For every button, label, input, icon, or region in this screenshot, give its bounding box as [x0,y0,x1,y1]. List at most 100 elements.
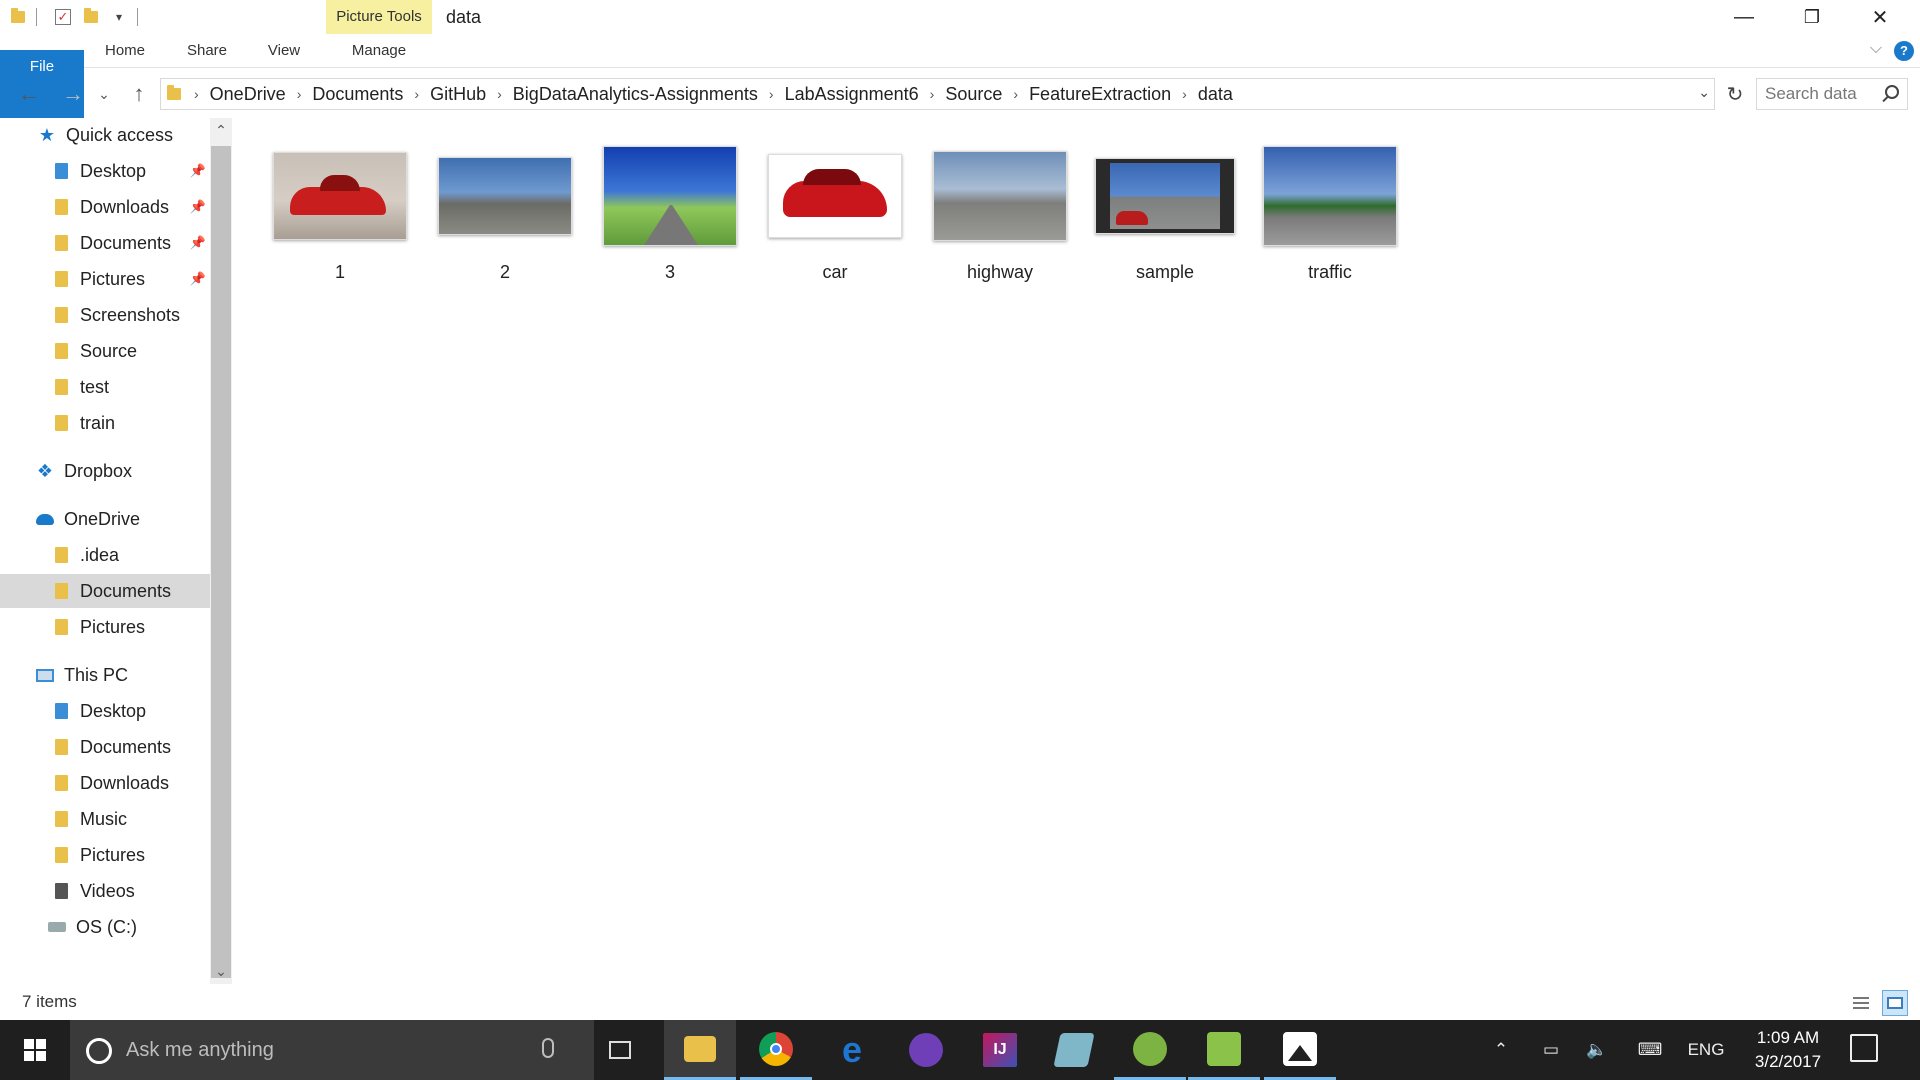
language-indicator[interactable]: ENG [1682,1020,1730,1080]
breadcrumb-separator[interactable]: › [490,86,509,102]
sidebar-item-pc-pictures[interactable]: Pictures [0,838,210,872]
sidebar-item-onedrive[interactable]: OneDrive [0,502,210,536]
sidebar-item-onedrive-documents[interactable]: Documents [0,574,210,608]
breadcrumb-data[interactable]: data [1194,84,1237,105]
pin-icon[interactable]: 📌 [190,163,206,179]
photos-taskbar-icon[interactable] [1264,1020,1336,1080]
breadcrumb-github[interactable]: GitHub [426,84,490,105]
file-item-2[interactable]: 2 [423,134,587,284]
chrome-taskbar-icon[interactable] [740,1020,812,1080]
cortana-search-box[interactable]: Ask me anything [70,1020,594,1080]
scroll-up-icon[interactable]: ⌃ [210,122,232,139]
folder-icon [684,1035,716,1062]
action-center-icon[interactable] [1850,1034,1878,1062]
breadcrumb-bigdataanalytics-assignments[interactable]: BigDataAnalytics-Assignments [509,84,762,105]
file-item-highway[interactable]: highway [918,134,1082,284]
restore-button[interactable]: ❐ [1784,0,1840,34]
up-arrow-icon[interactable]: ↑ [124,76,154,112]
tab-home[interactable]: Home [92,34,158,68]
back-arrow-icon[interactable]: ← [14,76,44,112]
volume-icon[interactable]: 🔈 [1582,1020,1612,1080]
breadcrumb-separator[interactable]: › [923,86,942,102]
scroll-down-icon[interactable]: ⌄ [210,963,232,980]
breadcrumb-separator[interactable]: › [762,86,781,102]
customize-toolbar-icon[interactable]: ▾ [109,7,129,27]
details-view-icon[interactable] [1848,990,1874,1016]
sidebar-item-pc-music[interactable]: Music [0,802,210,836]
item-count: 7 items [22,992,77,1011]
notes-taskbar-icon[interactable] [1038,1020,1110,1080]
sidebar-item-quick-access[interactable]: ★ Quick access [0,118,210,152]
address-bar[interactable]: › OneDrive › Documents › GitHub › BigDat… [160,78,1715,110]
intellij-taskbar-icon[interactable]: IJ [964,1020,1036,1080]
sidebar-item-os-c[interactable]: OS (C:) [0,910,210,944]
sidebar-item-dropbox[interactable]: ❖ Dropbox [0,454,210,488]
toolbar-divider [137,8,138,26]
properties-icon[interactable]: ✓ [53,7,73,27]
sidebar-item-pc-documents[interactable]: Documents [0,730,210,764]
green-app-taskbar-icon[interactable] [1188,1020,1260,1080]
scrollbar-thumb[interactable] [211,146,231,978]
refresh-icon[interactable]: ↻ [1720,78,1750,110]
sidebar-item-pc-desktop[interactable]: Desktop [0,694,210,728]
sidebar-item-desktop[interactable]: Desktop 📌 [0,154,210,188]
recent-locations-chevron-icon[interactable]: ⌄ [94,76,114,112]
search-input[interactable]: Search data [1756,78,1908,110]
task-view-icon[interactable] [604,1034,636,1066]
sidebar-item-onedrive-pictures[interactable]: Pictures [0,610,210,644]
edge-taskbar-icon[interactable]: e [816,1020,888,1080]
sidebar-item-downloads[interactable]: Downloads 📌 [0,190,210,224]
breadcrumb-separator[interactable]: › [290,86,309,102]
sidebar-item-pc-downloads[interactable]: Downloads [0,766,210,800]
breadcrumb-separator[interactable]: › [187,86,206,102]
sidebar-item-test[interactable]: test [0,370,210,404]
system-clock[interactable]: 1:09 AM 3/2/2017 [1736,1026,1840,1074]
sidebar-scrollbar[interactable]: ⌃ ⌄ [210,118,232,984]
breadcrumb-separator[interactable]: › [1175,86,1194,102]
breadcrumb-separator[interactable]: › [1006,86,1025,102]
search-icon[interactable] [1885,85,1899,99]
pin-icon[interactable]: 📌 [190,199,206,215]
breadcrumb-separator[interactable]: › [407,86,426,102]
new-folder-icon[interactable] [81,7,101,27]
close-button[interactable]: ✕ [1852,0,1908,34]
file-explorer-taskbar-icon[interactable] [664,1020,736,1080]
battery-icon[interactable]: ▭ [1536,1020,1566,1080]
tab-view[interactable]: View [256,34,312,68]
sidebar-item-documents[interactable]: Documents 📌 [0,226,210,260]
file-item-sample[interactable]: sample [1083,134,1247,284]
file-item-traffic[interactable]: traffic [1248,134,1412,284]
breadcrumb-source[interactable]: Source [941,84,1006,105]
android-studio-taskbar-icon[interactable] [1114,1020,1186,1080]
sidebar-item-idea[interactable]: .idea [0,538,210,572]
address-dropdown-chevron-icon[interactable]: ⌄ [1698,84,1710,101]
sidebar-item-screenshots[interactable]: Screenshots [0,298,210,332]
github-taskbar-icon[interactable] [890,1020,962,1080]
ribbon-collapse-chevron-icon[interactable]: ⌵ [1870,40,1882,58]
forward-arrow-icon[interactable]: → [58,76,88,112]
pin-icon[interactable]: 📌 [190,271,206,287]
touch-keyboard-icon[interactable]: ⌨ [1630,1020,1670,1080]
tab-share[interactable]: Share [174,34,240,68]
minimize-button[interactable]: — [1716,0,1772,34]
microphone-icon[interactable] [542,1038,554,1058]
sidebar-item-source[interactable]: Source [0,334,210,368]
breadcrumb-onedrive[interactable]: OneDrive [206,84,290,105]
pin-icon[interactable]: 📌 [190,235,206,251]
file-item-3[interactable]: 3 [588,134,752,284]
breadcrumb-featureextraction[interactable]: FeatureExtraction [1025,84,1175,105]
file-item-1[interactable]: 1 [258,134,422,284]
start-button[interactable] [0,1020,70,1080]
file-item-car[interactable]: car [753,134,917,284]
breadcrumb-documents[interactable]: Documents [308,84,407,105]
tab-manage[interactable]: Manage [326,34,432,68]
file-name: car [822,262,848,282]
sidebar-item-train[interactable]: train [0,406,210,440]
sidebar-item-this-pc[interactable]: This PC [0,658,210,692]
sidebar-item-pictures[interactable]: Pictures 📌 [0,262,210,296]
large-icons-view-icon[interactable] [1882,990,1908,1016]
show-hidden-icons-chevron-icon[interactable]: ⌃ [1486,1020,1516,1080]
breadcrumb-labassignment6[interactable]: LabAssignment6 [781,84,923,105]
help-icon[interactable]: ? [1894,41,1914,61]
sidebar-item-pc-videos[interactable]: Videos [0,874,210,908]
